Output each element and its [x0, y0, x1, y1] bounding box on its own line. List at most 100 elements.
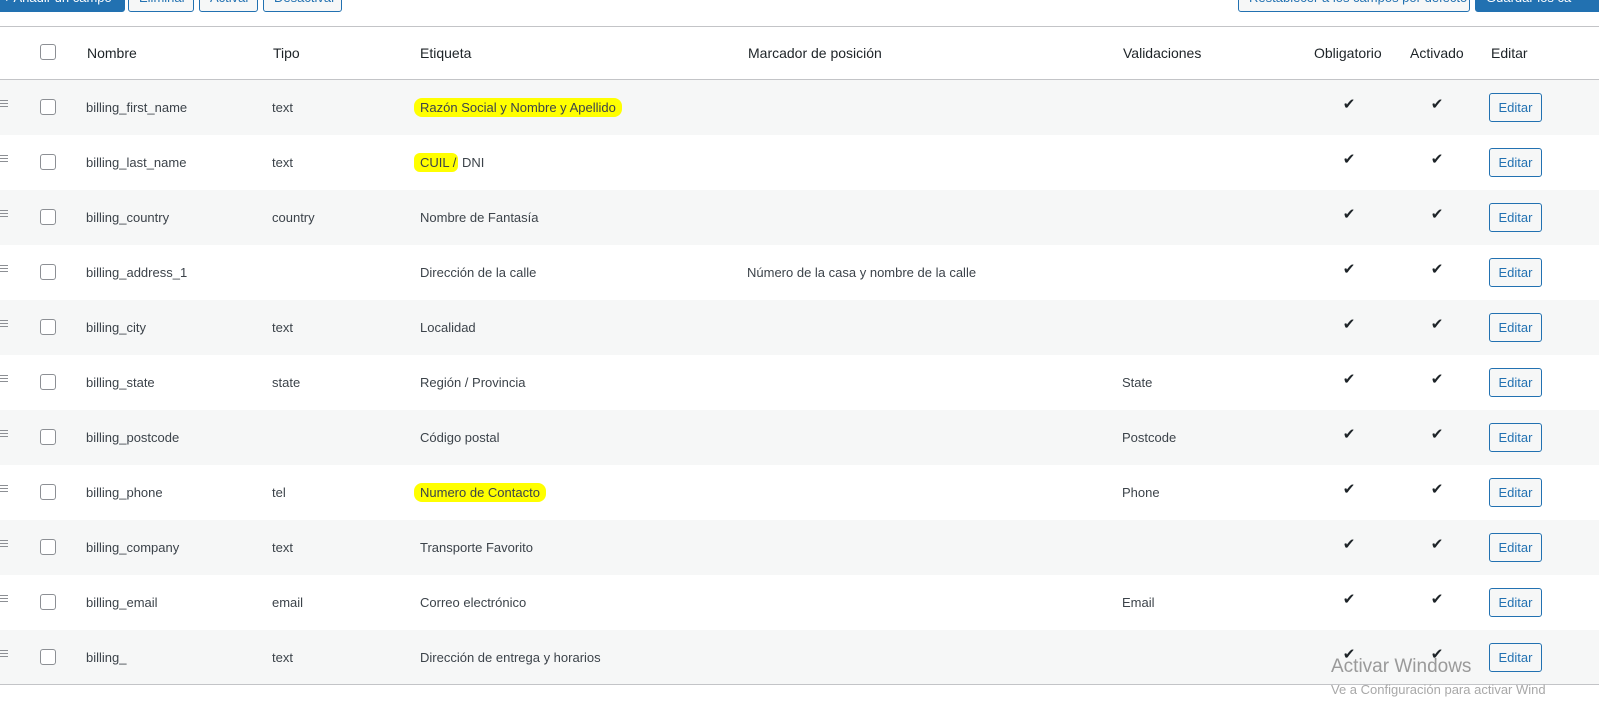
- delete-button[interactable]: Eliminar: [128, 0, 194, 12]
- drag-handle-icon[interactable]: [0, 375, 8, 385]
- field-placeholder: Número de la casa y nombre de la calle: [747, 265, 977, 280]
- drag-handle-icon[interactable]: [0, 100, 8, 110]
- required-checkmark-icon: ✔: [1342, 591, 1356, 608]
- field-name: billing_country: [86, 210, 170, 225]
- required-checkmark-icon: ✔: [1342, 151, 1356, 168]
- field-type: text: [272, 540, 293, 555]
- add-field-button[interactable]: + Añadir un campo: [0, 0, 125, 12]
- label-highlight: Razón Social y Nombre y Apellido: [414, 98, 622, 117]
- field-type: text: [272, 320, 293, 335]
- header-type[interactable]: Tipo: [273, 27, 300, 79]
- row-select-checkbox[interactable]: [40, 209, 56, 225]
- page: + Añadir un campo Eliminar Activar Desac…: [0, 0, 1599, 706]
- table-row[interactable]: billing_last_name text CUIL / DNI ✔ ✔ Editar: [0, 135, 1599, 190]
- edit-button[interactable]: Editar: [1489, 478, 1542, 507]
- field-label: Localidad: [420, 320, 476, 335]
- enabled-checkmark-icon: ✔: [1430, 426, 1444, 443]
- edit-button[interactable]: Editar: [1489, 423, 1542, 452]
- enabled-checkmark-icon: ✔: [1430, 261, 1444, 278]
- row-select-checkbox[interactable]: [40, 99, 56, 115]
- required-checkmark-icon: ✔: [1342, 426, 1356, 443]
- header-placeholder[interactable]: Marcador de posición: [748, 27, 882, 79]
- edit-button[interactable]: Editar: [1489, 588, 1542, 617]
- save-fields-button[interactable]: Guardar los ca: [1475, 0, 1599, 12]
- row-select-checkbox[interactable]: [40, 594, 56, 610]
- windows-activation-subtext: Ve a Configuración para activar Wind: [1331, 682, 1546, 697]
- header-validations[interactable]: Validaciones: [1123, 27, 1201, 79]
- required-checkmark-icon: ✔: [1342, 206, 1356, 223]
- field-validations: Phone: [1122, 485, 1160, 500]
- field-name: billing_address_1: [86, 265, 188, 280]
- field-label: Código postal: [420, 430, 500, 445]
- field-label: Correo electrónico: [420, 595, 527, 610]
- table-header: Nombre Tipo Etiqueta Marcador de posició…: [0, 27, 1599, 80]
- edit-button[interactable]: Editar: [1489, 313, 1542, 342]
- drag-handle-icon[interactable]: [0, 210, 8, 220]
- header-enabled[interactable]: Activado: [1410, 27, 1464, 79]
- edit-button[interactable]: Editar: [1489, 93, 1542, 122]
- field-name: billing_phone: [86, 485, 163, 500]
- enable-button[interactable]: Activar: [199, 0, 258, 12]
- select-all-checkbox[interactable]: [40, 44, 56, 60]
- header-required[interactable]: Obligatorio: [1314, 27, 1382, 79]
- field-label: Razón Social y Nombre y Apellido: [414, 80, 622, 135]
- drag-handle-icon[interactable]: [0, 650, 8, 660]
- row-select-checkbox[interactable]: [40, 429, 56, 445]
- edit-button[interactable]: Editar: [1489, 368, 1542, 397]
- row-select-checkbox[interactable]: [40, 264, 56, 280]
- field-name: billing_last_name: [86, 155, 187, 170]
- row-select-checkbox[interactable]: [40, 154, 56, 170]
- table-row[interactable]: billing_postcode Código postal Postcode ✔ ✔ E…: [0, 410, 1599, 465]
- table-row[interactable]: billing_address_1 Dirección de la calle Nú…: [0, 245, 1599, 300]
- edit-button[interactable]: Editar: [1489, 203, 1542, 232]
- drag-handle-icon[interactable]: [0, 265, 8, 275]
- drag-handle-icon[interactable]: [0, 155, 8, 165]
- required-checkmark-icon: ✔: [1342, 371, 1356, 388]
- enabled-checkmark-icon: ✔: [1430, 96, 1444, 113]
- drag-handle-icon[interactable]: [0, 540, 8, 550]
- windows-activation-watermark: Activar Windows: [1331, 656, 1472, 677]
- table-row[interactable]: billing_phone tel Numero de Contacto Phone ✔…: [0, 465, 1599, 520]
- required-checkmark-icon: ✔: [1342, 536, 1356, 553]
- field-validations: Email: [1122, 595, 1155, 610]
- drag-handle-icon[interactable]: [0, 485, 8, 495]
- field-type: country: [272, 210, 315, 225]
- field-type: email: [272, 595, 304, 610]
- row-select-checkbox[interactable]: [40, 484, 56, 500]
- drag-handle-icon[interactable]: [0, 430, 8, 440]
- drag-handle-icon[interactable]: [0, 320, 8, 330]
- enabled-checkmark-icon: ✔: [1430, 206, 1444, 223]
- header-name[interactable]: Nombre: [87, 27, 137, 79]
- table-row[interactable]: billing_email email Correo electrónico Emai…: [0, 575, 1599, 630]
- drag-handle-icon[interactable]: [0, 595, 8, 605]
- field-label: Dirección de entrega y horarios: [420, 650, 601, 665]
- edit-button[interactable]: Editar: [1489, 643, 1542, 672]
- label-highlight: Numero de Contacto: [414, 483, 546, 502]
- table-row[interactable]: billing_city text Localidad ✔ ✔ Editar: [0, 300, 1599, 355]
- table-row[interactable]: billing_country country Nombre de Fantasía…: [0, 190, 1599, 245]
- enabled-checkmark-icon: ✔: [1430, 316, 1444, 333]
- row-select-checkbox[interactable]: [40, 374, 56, 390]
- table-row[interactable]: billing_state state Región / Provincia Stat…: [0, 355, 1599, 410]
- fields-table: Nombre Tipo Etiqueta Marcador de posició…: [0, 27, 1599, 685]
- row-select-checkbox[interactable]: [40, 649, 56, 665]
- header-edit: Editar: [1491, 45, 1528, 61]
- edit-button[interactable]: Editar: [1489, 148, 1542, 177]
- field-validations: Postcode: [1122, 430, 1177, 445]
- enabled-checkmark-icon: ✔: [1430, 151, 1444, 168]
- row-select-checkbox[interactable]: [40, 319, 56, 335]
- table-row[interactable]: billing_company text Transporte Favorito ✔ ✔…: [0, 520, 1599, 575]
- edit-button[interactable]: Editar: [1489, 533, 1542, 562]
- header-label[interactable]: Etiqueta: [420, 27, 471, 79]
- disable-button[interactable]: Desactivar: [263, 0, 342, 12]
- field-type: tel: [272, 485, 286, 500]
- reset-defaults-button[interactable]: Restablecer a los campos por defecto: [1238, 0, 1470, 12]
- table-row[interactable]: billing_first_name text Razón Social y Nom…: [0, 80, 1599, 135]
- row-select-checkbox[interactable]: [40, 539, 56, 555]
- required-checkmark-icon: ✔: [1342, 316, 1356, 333]
- enabled-checkmark-icon: ✔: [1430, 591, 1444, 608]
- enabled-checkmark-icon: ✔: [1430, 536, 1444, 553]
- edit-button[interactable]: Editar: [1489, 258, 1542, 287]
- field-name: billing_: [86, 650, 127, 665]
- field-validations: State: [1122, 375, 1153, 390]
